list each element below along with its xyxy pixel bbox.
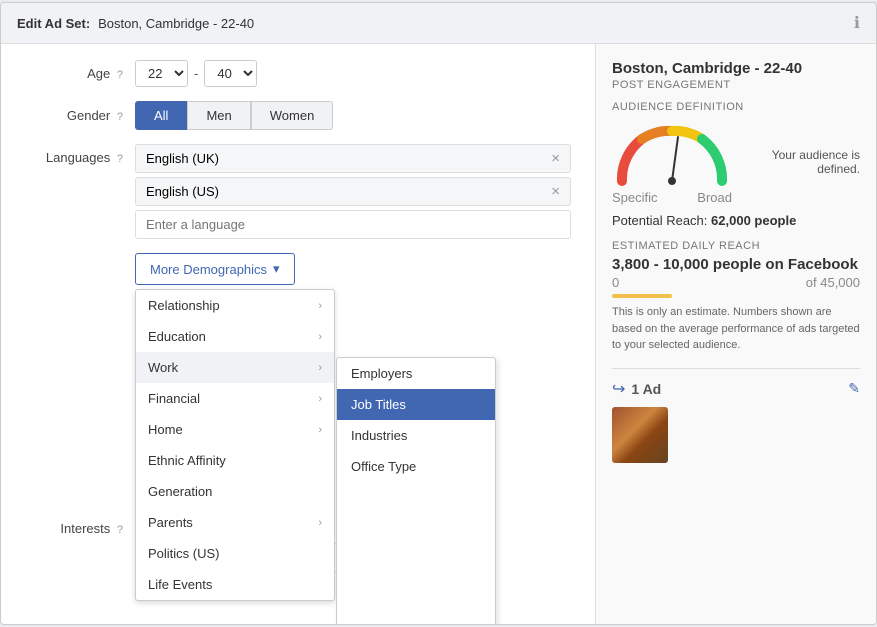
edit-icon[interactable]: ✎ — [848, 380, 860, 397]
estimated-daily-label: ESTIMATED DAILY REACH — [612, 240, 860, 252]
lang-tag-us-text: English (US) — [146, 184, 219, 199]
language-input[interactable] — [135, 210, 571, 239]
ad-thumb-image — [612, 407, 668, 463]
age-dash: - — [194, 66, 198, 81]
languages-content: English (UK) × English (US) × — [135, 144, 571, 239]
potential-reach: Potential Reach: 62,000 people — [612, 213, 860, 228]
right-panel: Boston, Cambridge - 22-40 POST ENGAGEMEN… — [596, 44, 876, 624]
bar-end-label: of 45,000 — [806, 275, 860, 290]
lang-tag-uk-remove[interactable]: × — [551, 150, 560, 167]
modal-body: Age ? 22 - 40 Gender ? — [1, 44, 876, 624]
submenu-item-industries[interactable]: Industries — [337, 420, 495, 451]
dropdown-item-parents[interactable]: Parents › — [136, 507, 334, 538]
ad-count: 1 Ad — [631, 381, 661, 397]
language-tags: English (UK) × English (US) × — [135, 144, 571, 206]
audience-title: Boston, Cambridge - 22-40 — [612, 60, 860, 77]
chevron-right-icon: › — [318, 393, 322, 405]
info-icon[interactable]: ℹ — [854, 13, 860, 33]
dropdown-item-financial[interactable]: Financial › — [136, 383, 334, 414]
lang-tag-uk: English (UK) × — [135, 144, 571, 173]
languages-row: Languages ? English (UK) × English (US) … — [25, 144, 571, 239]
interests-help-icon[interactable]: ? — [117, 524, 123, 536]
demographics-dropdown: Relationship › Education › Work › Fina — [135, 289, 496, 601]
bar-start-label: 0 — [612, 275, 619, 290]
dropdown-item-relationship[interactable]: Relationship › — [136, 290, 334, 321]
languages-label: Languages ? — [25, 144, 135, 165]
ad-thumbnail — [612, 407, 668, 463]
more-demographics-label: More Demographics — [150, 262, 267, 277]
daily-reach-value: 3,800 - 10,000 people on Facebook — [612, 256, 860, 273]
gender-label: Gender ? — [25, 108, 135, 123]
dropdown-item-education[interactable]: Education › — [136, 321, 334, 352]
gender-help-icon[interactable]: ? — [117, 111, 123, 123]
more-demographics-row: More Demographics ▾ Relationship › Educa… — [135, 253, 571, 285]
ad-reply-icon: ↪ — [612, 379, 625, 399]
languages-help-icon[interactable]: ? — [117, 153, 123, 165]
daily-reach-bar — [612, 294, 672, 298]
gender-women-button[interactable]: Women — [251, 101, 334, 130]
potential-reach-value: 62,000 people — [711, 213, 796, 228]
dropdown-item-work[interactable]: Work › — [136, 352, 334, 383]
dropdown-item-home[interactable]: Home › — [136, 414, 334, 445]
ad-section: ↪ 1 Ad ✎ — [612, 368, 860, 463]
lang-tag-us: English (US) × — [135, 177, 571, 206]
gender-buttons: All Men Women — [135, 101, 571, 130]
chevron-right-icon: › — [318, 517, 322, 529]
left-panel: Age ? 22 - 40 Gender ? — [1, 44, 596, 624]
more-demographics-arrow: ▾ — [273, 261, 280, 277]
modal-header: Edit Ad Set: Boston, Cambridge - 22-40 ℹ — [1, 3, 876, 44]
chevron-right-icon: › — [318, 362, 322, 374]
submenu-item-office-type[interactable]: Office Type — [337, 451, 495, 482]
reach-note: This is only an estimate. Numbers shown … — [612, 304, 860, 354]
work-submenu: Employers Job Titles Industries Office T… — [336, 357, 496, 625]
audience-gauge — [612, 121, 732, 186]
age-max-select[interactable]: 40 — [204, 60, 257, 87]
more-demographics-button[interactable]: More Demographics ▾ — [135, 253, 295, 285]
age-min-select[interactable]: 22 — [135, 60, 188, 87]
age-inputs: 22 - 40 — [135, 60, 571, 87]
gauge-container: Your audience is defined. — [612, 121, 860, 186]
reach-bar-row: 0 of 45,000 — [612, 275, 860, 290]
dropdown-item-life-events[interactable]: Life Events — [136, 569, 334, 600]
lang-tag-uk-text: English (UK) — [146, 151, 219, 166]
audience-definition-label: AUDIENCE DEFINITION — [612, 101, 860, 113]
dropdown-item-politics[interactable]: Politics (US) — [136, 538, 334, 569]
chevron-right-icon: › — [318, 424, 322, 436]
post-engagement-label: POST ENGAGEMENT — [612, 79, 860, 91]
age-help-icon[interactable]: ? — [117, 69, 123, 81]
chevron-right-icon: › — [318, 300, 322, 312]
age-label: Age ? — [25, 66, 135, 81]
gender-all-button[interactable]: All — [135, 101, 187, 130]
gauge-specific-label: Specific — [612, 190, 658, 205]
dropdown-item-generation[interactable]: Generation — [136, 476, 334, 507]
submenu-item-employers[interactable]: Employers — [337, 358, 495, 389]
chevron-right-icon: › — [318, 331, 322, 343]
audience-defined-text: Your audience is defined. — [760, 148, 860, 186]
modal: Edit Ad Set: Boston, Cambridge - 22-40 ℹ… — [0, 2, 877, 625]
interests-label: Interests ? — [25, 515, 135, 536]
gender-men-button[interactable]: Men — [187, 101, 250, 130]
submenu-item-job-titles[interactable]: Job Titles — [337, 389, 495, 420]
modal-title: Edit Ad Set: Boston, Cambridge - 22-40 — [17, 15, 254, 31]
gender-row: Gender ? All Men Women — [25, 101, 571, 130]
gauge-broad-label: Broad — [697, 190, 732, 205]
ad-row: ↪ 1 Ad ✎ — [612, 379, 860, 399]
demographics-menu: Relationship › Education › Work › Fina — [135, 289, 335, 601]
lang-tag-us-remove[interactable]: × — [551, 183, 560, 200]
dropdown-item-ethnic-affinity[interactable]: Ethnic Affinity — [136, 445, 334, 476]
age-row: Age ? 22 - 40 — [25, 60, 571, 87]
gauge-labels: Specific Broad — [612, 190, 732, 205]
